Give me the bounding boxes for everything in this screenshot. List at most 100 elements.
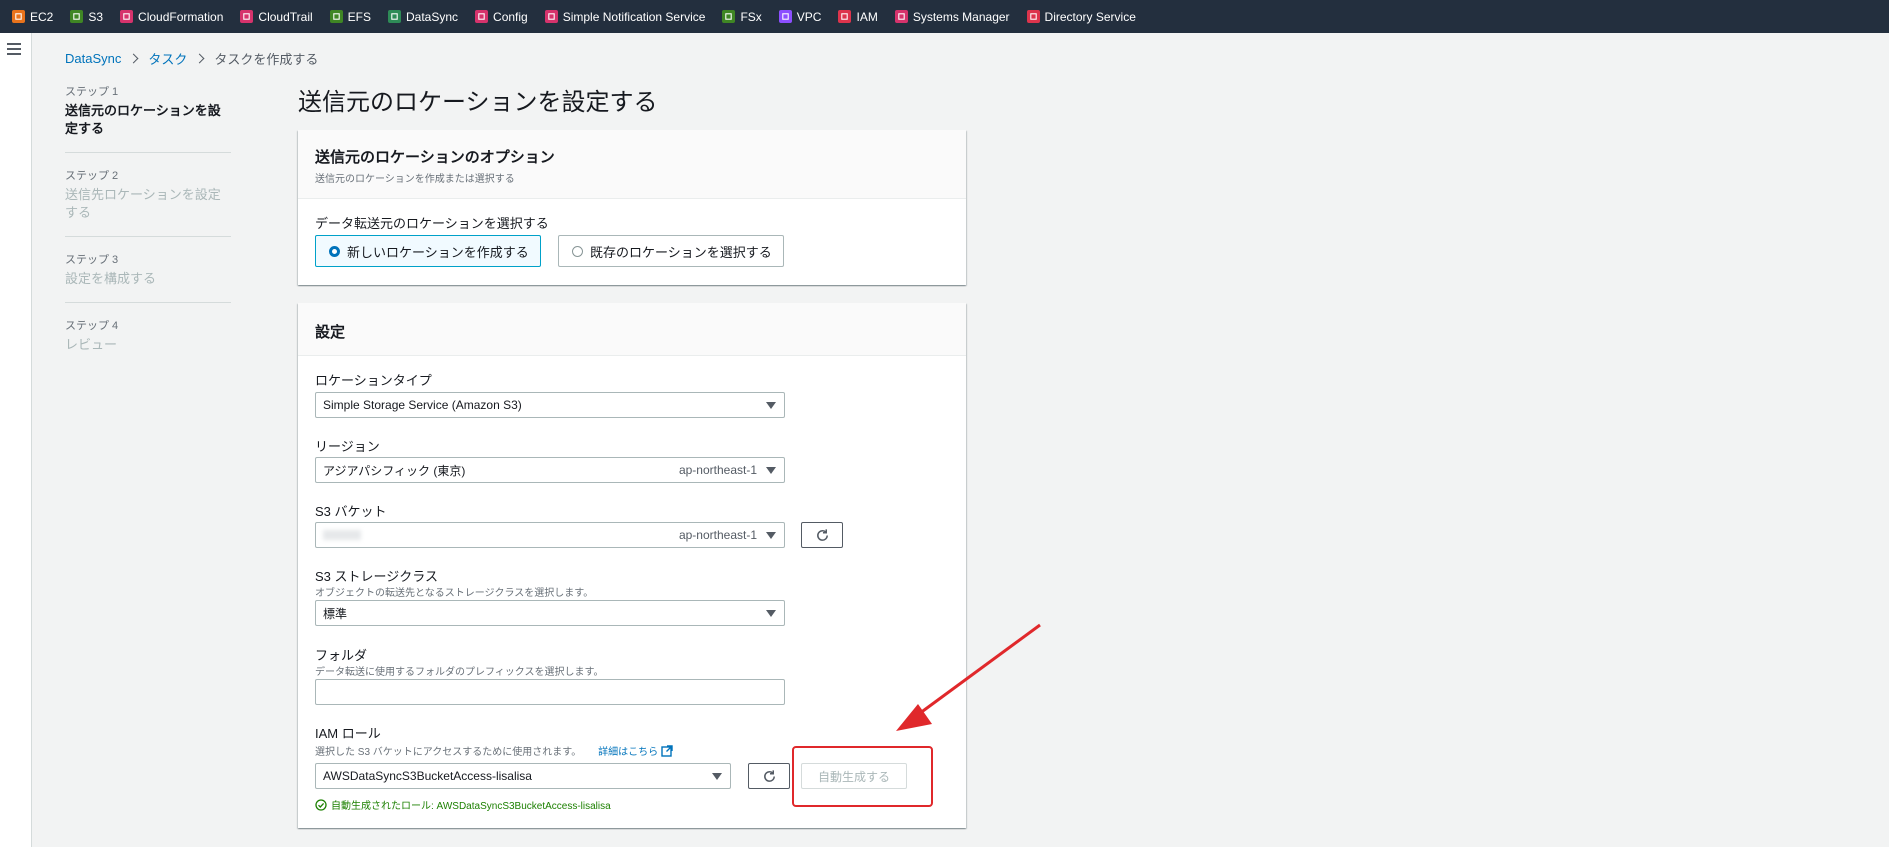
service-label: CloudFormation (138, 9, 224, 24)
service-link-datasync[interactable]: DataSync (388, 10, 458, 24)
s3-bucket-select[interactable]: ap-northeast-1 (315, 522, 785, 548)
storage-class-select[interactable]: 標準 (315, 600, 785, 626)
page-title: 送信元のロケーションを設定する (298, 89, 658, 116)
s3-icon (70, 10, 84, 23)
chevron-right-icon (194, 53, 205, 64)
vpc-icon (778, 10, 792, 23)
radio-selected-icon (329, 245, 340, 257)
external-link-icon (661, 745, 673, 757)
folder-hint: データ転送に使用するフォルダのプレフィックスを選択します。 (315, 667, 604, 678)
select-value: 標準 (323, 606, 348, 621)
refresh-buckets-button[interactable] (801, 522, 843, 548)
config-icon (475, 10, 489, 23)
service-label: Directory Service (1044, 9, 1136, 24)
radio-label: 既存のロケーションを選択する (590, 244, 772, 260)
ec2-icon (12, 10, 25, 23)
folder-prefix-input[interactable] (315, 679, 785, 705)
service-link-iam[interactable]: IAM (838, 9, 878, 24)
source-location-options-panel: 送信元のロケーションのオプション 送信元のロケーションを作成または選択する デー… (298, 130, 966, 285)
datasync-icon (388, 10, 401, 23)
learn-more-link[interactable]: 詳細はこちら (598, 745, 673, 758)
step-title: 送信元のロケーションを設定する (65, 103, 221, 136)
service-link-ec2[interactable]: EC2 (12, 10, 53, 24)
step-number: ステップ 4 (65, 320, 119, 332)
menu-icon[interactable] (7, 43, 21, 55)
service-label: Systems Manager (912, 9, 1010, 24)
wizard-step-1: ステップ 1 送信元のロケーションを設定する (65, 83, 231, 153)
radio-choose-existing-location[interactable]: 既存のロケーションを選択する (558, 235, 784, 267)
storage-class-hint: オブジェクトの転送先となるストレージクラスを選択します。 (315, 588, 594, 599)
cloudtrail-icon (240, 10, 254, 23)
radio-unselected-icon (572, 245, 583, 257)
panel-title: 送信元のロケーションのオプション (315, 149, 555, 166)
service-link-efs[interactable]: EFS (329, 9, 371, 24)
select-value: Simple Storage Service (Amazon S3) (323, 398, 522, 412)
step-title: レビュー (65, 337, 118, 352)
service-link-directory-service[interactable]: Directory Service (1026, 9, 1136, 24)
refresh-icon (816, 528, 828, 541)
radio-create-new-location[interactable]: 新しいロケーションを作成する (315, 235, 541, 267)
iam-role-hint: 選択した S3 バケットにアクセスするために使用されます。 詳細はこちら (315, 743, 673, 758)
step-number: ステップ 1 (65, 86, 119, 98)
efs-icon (329, 10, 343, 23)
service-link-systems-manager[interactable]: Systems Manager (894, 9, 1010, 24)
refresh-roles-button[interactable] (748, 763, 790, 789)
cloudformation-icon (120, 10, 134, 23)
wizard-step-2: ステップ 2 送信先ロケーションを設定する (65, 167, 231, 237)
iam-role-select[interactable]: AWSDataSyncS3BucketAccess-lisalisa (315, 763, 731, 789)
step-title: 設定を構成する (65, 271, 157, 286)
service-link-config[interactable]: Config (475, 10, 528, 24)
service-link-simple-notification-service[interactable]: Simple Notification Service (544, 9, 706, 24)
service-label: IAM (856, 9, 878, 24)
systems-manager-icon (894, 10, 908, 23)
panel-header: 送信元のロケーションのオプション 送信元のロケーションを作成または選択する (298, 130, 966, 199)
service-link-cloudtrail[interactable]: CloudTrail (240, 9, 313, 24)
source-location-choice-label: データ転送元のロケーションを選択する (315, 216, 549, 231)
service-link-vpc[interactable]: VPC (778, 9, 822, 24)
iam-role-hint-text: 選択した S3 バケットにアクセスするために使用されます。 (315, 747, 582, 758)
storage-class-label: S3 ストレージクラス (315, 569, 438, 584)
select-value: AWSDataSyncS3BucketAccess-lisalisa (323, 769, 532, 783)
breadcrumb-current: タスクを作成する (214, 52, 319, 67)
panel-title: 設定 (315, 324, 346, 341)
service-link-s3[interactable]: S3 (70, 10, 103, 24)
select-value: アジアパシフィック (東京) (323, 463, 466, 478)
service-label: S3 (88, 9, 104, 24)
region-label: リージョン (315, 439, 380, 454)
breadcrumb-datasync[interactable]: DataSync (65, 51, 121, 66)
service-shortcut-bar: EC2 S3 CloudFormation CloudTrail EFS DataSync… (0, 0, 1889, 33)
service-label: FSx (740, 9, 762, 24)
service-link-cloudformation[interactable]: CloudFormation (120, 10, 223, 24)
service-label: Config (493, 9, 528, 24)
autogenerated-role-message: 自動生成されたロール: AWSDataSyncS3BucketAccess-li… (315, 797, 611, 812)
service-label: Simple Notification Service (562, 9, 706, 24)
learn-more-text: 詳細はこちら (598, 747, 659, 758)
step-number: ステップ 2 (65, 170, 119, 182)
directory-service-icon (1026, 10, 1040, 23)
location-type-label: ロケーションタイプ (315, 373, 432, 388)
side-navigation-rail (0, 33, 32, 847)
caret-down-icon (766, 610, 776, 617)
breadcrumb: DataSync タスク タスクを作成する (65, 49, 318, 68)
s3-bucket-label: S3 バケット (315, 504, 387, 519)
step-title: 送信先ロケーションを設定する (65, 187, 221, 220)
step-number: ステップ 3 (65, 254, 119, 266)
iam-role-label: IAM ロール (315, 726, 381, 741)
caret-down-icon (712, 773, 722, 780)
breadcrumb-tasks[interactable]: タスク (148, 49, 187, 68)
service-link-fsx[interactable]: FSx (722, 9, 762, 24)
location-type-select[interactable]: Simple Storage Service (Amazon S3) (315, 392, 785, 418)
service-label: CloudTrail (258, 9, 313, 24)
fsx-icon (722, 10, 736, 23)
service-label: VPC (796, 9, 822, 24)
panel-header: 設定 (298, 303, 966, 356)
service-label: DataSync (406, 9, 459, 24)
service-label: EFS (347, 9, 371, 24)
wizard-steps: ステップ 1 送信元のロケーションを設定する ステップ 2 送信先ロケーションを… (65, 83, 231, 382)
wizard-step-4: ステップ 4 レビュー (65, 317, 231, 368)
caret-down-icon (766, 532, 776, 539)
panel-description: 送信元のロケーションを作成または選択する (315, 174, 515, 185)
success-check-icon (315, 798, 327, 811)
iam-icon (838, 10, 852, 23)
region-select[interactable]: アジアパシフィック (東京) ap-northeast-1 (315, 457, 785, 483)
